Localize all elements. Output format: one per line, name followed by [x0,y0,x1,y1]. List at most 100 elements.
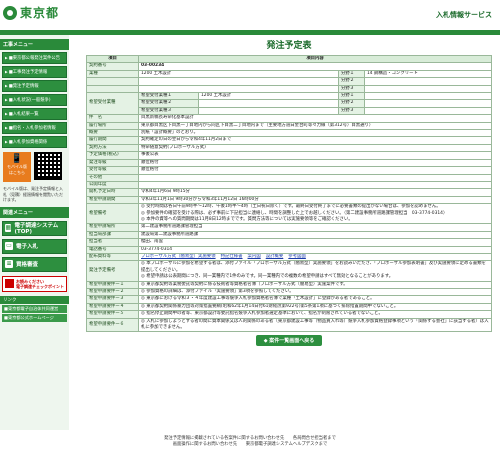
row-label: 履行場所 [86,121,139,131]
table-row: 希望受付業種２ 分野２ [87,99,492,108]
row-label: 予定価格(税込) [86,151,139,160]
table-row: 契約方法 特命随意契約(プロポーザル方式) [86,143,492,153]
row-label: 履行期間 [86,136,139,145]
row-value: 1200 土木設計 [138,69,339,79]
checkpoint-banner[interactable]: お読みください 電子調達チェックポイント [2,275,67,292]
back-to-list-button[interactable]: ◆ 案件一覧画面へ戻る [255,335,323,347]
row-label: その他 [86,173,139,182]
checkpoint-text: お読みください 電子調達チェックポイント [16,278,64,289]
field-value: 14 鋼構造・コンクリート [364,69,492,79]
doc-link[interactable]: 参考図面 [288,255,306,259]
sub-label: 希望受付業種１ [138,92,199,101]
row-value: ◎ 入札に参加しようとする者の間に資本関係又は人的関係のある者（東京都建設工事等… [138,317,492,333]
adobe-icon [5,279,14,288]
table-row: 希望申請場所 第二建設事務所道路課管理担当 [86,223,492,232]
mobile-badge-text: モバイル版 はこちら [7,164,27,175]
table-row: 希望申請要件ー６ ◎ 入札に参加しようとする者の間に資本関係又は人的関係のある者（… [86,317,492,333]
sidebar-item-hachu-yotei[interactable]: ■発注予定情報 [2,80,67,92]
tokyo-logo[interactable]: 東京都 [3,4,59,21]
sidebar: 工事メニュー ■東京都公報発注案件公告 ■工事発注予定情報 ■発注予定情報 ■入… [0,35,69,430]
row-value: 目黒新橋長寿命化基本設計 [138,114,492,123]
row-value: 別紙「設計概要」のとおり。 [138,129,492,138]
nav-label: 電子調達システム(TOP) [14,223,59,235]
nav-e-procurement-top[interactable]: ▦ 電子調達システム(TOP) [2,220,67,236]
footer: 発注予定情報に掲載されている各案件に関するお問い合わせ先 各局問合せ担当者まで … [0,436,500,448]
header-divider [0,30,500,35]
field-label: 分野３ [338,106,365,116]
site-header: 東京都 入札情報サービス [0,0,500,30]
row-label: 発注予定備考 [86,260,139,282]
table-row: 希望申請要件ー４ ◎ 東京都契約関係暴力団等対策措置要綱(昭和62年1月14日付6… [86,302,492,312]
row-label: 概要 [86,129,139,138]
note-line: ◎ 参加要件の確認を受ける際は、必ず事前に下記担当に連絡し、時間を調整した上でお… [141,210,448,216]
link-kyodo-unei[interactable]: ■東京都電子自治体共同運営 [2,304,67,313]
table-row: 予定価格(税込) 事後公表 [86,151,492,160]
table-row: 希望申請期間 令和3年11月1日 9時30分から令和3年11月12日 16時00分 [86,195,492,205]
table-row: 希望申請要件ー５ ◎ 指名停止期間中の者等、東京都設計等委託指名競争入札参加者選定… [86,310,492,319]
doc-link[interactable]: 特記仕様書 [221,255,243,259]
row-value: 03-3774-0314 [138,245,492,254]
row-value: ◎ 参加資格の詳細は、添付ファイル「実施要領」第3項を参照してください。 [138,287,492,297]
row-label: 希望申請要件ー２ [86,287,139,297]
back-button-label: 案件一覧画面へ戻る [269,338,315,345]
nav-e-bidding[interactable]: ▭ 電子入札 [2,238,67,254]
row-label: 希望備考 [86,203,139,225]
pc-icon: ▭ [5,242,13,250]
row-label: 希望申請要件ー４ [86,302,139,312]
table-row: 担当局部課 建設局第二建設事務所道路課 [86,230,492,240]
condition-value: ◎ 本プロポーザルに参加を希望する者は、添付ファイル「プロポーザル方式（簡易型）… [138,260,492,282]
doc-link[interactable]: 設計概要 [266,255,284,259]
table-row: 分野３ [86,84,492,94]
table-row: 担当者 櫻田、南雲 [86,238,492,247]
nav-label: 資格審査 [16,262,39,268]
row-label: 受付等級 [86,166,139,175]
sidebar-item-nyusatsu-jokyo[interactable]: ■入札状況(一般競争) [2,94,67,106]
row-label: 希望申請要件ー５ [86,310,139,319]
row-label: 希望申請要件ー６ [86,317,139,333]
row-label: 担当局部課 [86,230,139,240]
note-line: ◎ 本件の資等への質問期間は11月8日12時までです。質問方法等については実施要… [141,216,353,222]
table-row: 開札予定日時 令和4年1月6日 9時15分 [86,188,492,197]
mobile-badge[interactable]: 📱 モバイル版 はこちら [3,152,31,182]
sidebar-item-shikaku[interactable]: ■入札参加資格関係 [2,136,67,148]
table-row: 履行場所 東京都目黒区下目黒一丁目地内から同区下目黒二丁目地内まで（主要地方道白金… [86,121,492,131]
row-value: 令和3年11月1日 9時30分から令和3年11月12日 16時00分 [138,195,492,205]
table-row: 契約番号 03-00234 [86,62,492,71]
sidebar-item-shimei[interactable]: ■指名・入札参加者情報 [2,122,67,134]
sidebar-menu-title: 工事メニュー [0,39,69,50]
nav-label: 電子入札 [16,244,39,250]
link-tokyo-official[interactable]: ■東京都公式ホームページ [2,313,67,322]
table-row: 履行期間 契約確定の日の翌日から令和4年11月2日まで [86,136,492,145]
table-row: その他 [86,173,492,182]
nav-qualification[interactable]: ≡ 資格審査 [2,256,67,272]
contract-number: 03-00234 [138,62,492,71]
row-value [138,180,492,190]
row-value: 櫻田、南雲 [138,238,492,247]
document-icon: ≡ [5,260,13,268]
table-row: 配布資料等 プロポーザル方式（簡易型）実施要領 特記仕様書 案内図 設計概要 参考図面 [86,252,492,262]
tokyo-emblem-icon [3,5,17,20]
table-row: 希望備考 ◎ 受付時間は各日午前9時半〜12時、午後1時半〜4時（土日祝日除く）で… [86,203,492,225]
row-label: 電話番号 [86,245,139,254]
table-row: 発注等級 順位格付 [86,158,492,168]
sub-label: 希望受付業種２ [138,99,199,108]
row-value: 事後公表 [138,151,492,160]
sidebar-item-koji-yotei[interactable]: ■工事発注予定情報 [2,66,67,78]
mobile-link[interactable]: 📱 モバイル版 はこちら [3,152,66,182]
row-value [138,173,492,182]
table-row: 受付等級 順位格付 [86,166,492,175]
row-label: 希望申請場所 [86,223,139,232]
row-label: 件 名 [86,114,139,123]
sidebar-item-koho[interactable]: ■東京都公報発注案件公告 [2,52,67,64]
row-label: 希望申請期間 [86,195,139,205]
table-row: 希望申請要件ー３ ◎ 東京都における令和３・４年度建設工事等競争入札参加資格者名簿… [86,295,492,304]
sidebar-item-nyusatsu-kekka[interactable]: ■入札結果一覧 [2,108,67,120]
row-value: 令和4年1月6日 9時15分 [138,188,492,197]
row-label: 希望受付業種 [86,92,139,116]
table-row: 希望申請要件ー２ ◎ 参加資格の詳細は、添付ファイル「実施要領」第3項を参照してく… [86,287,492,297]
mobile-note: モバイル版は、発注予定情報と入札（見積）経過情報を閲覧いただけます。 [3,186,63,202]
doc-link[interactable]: プロポーザル方式（簡易型）実施要領 [141,255,216,259]
row-value: ◎ 東京都契約等業務委託等契約に係る技術者等資格者名簿（プロポーザル方式（簡易型… [138,280,492,290]
row-label: 配布資料等 [86,252,139,262]
doc-link[interactable]: 案内図 [248,255,261,259]
